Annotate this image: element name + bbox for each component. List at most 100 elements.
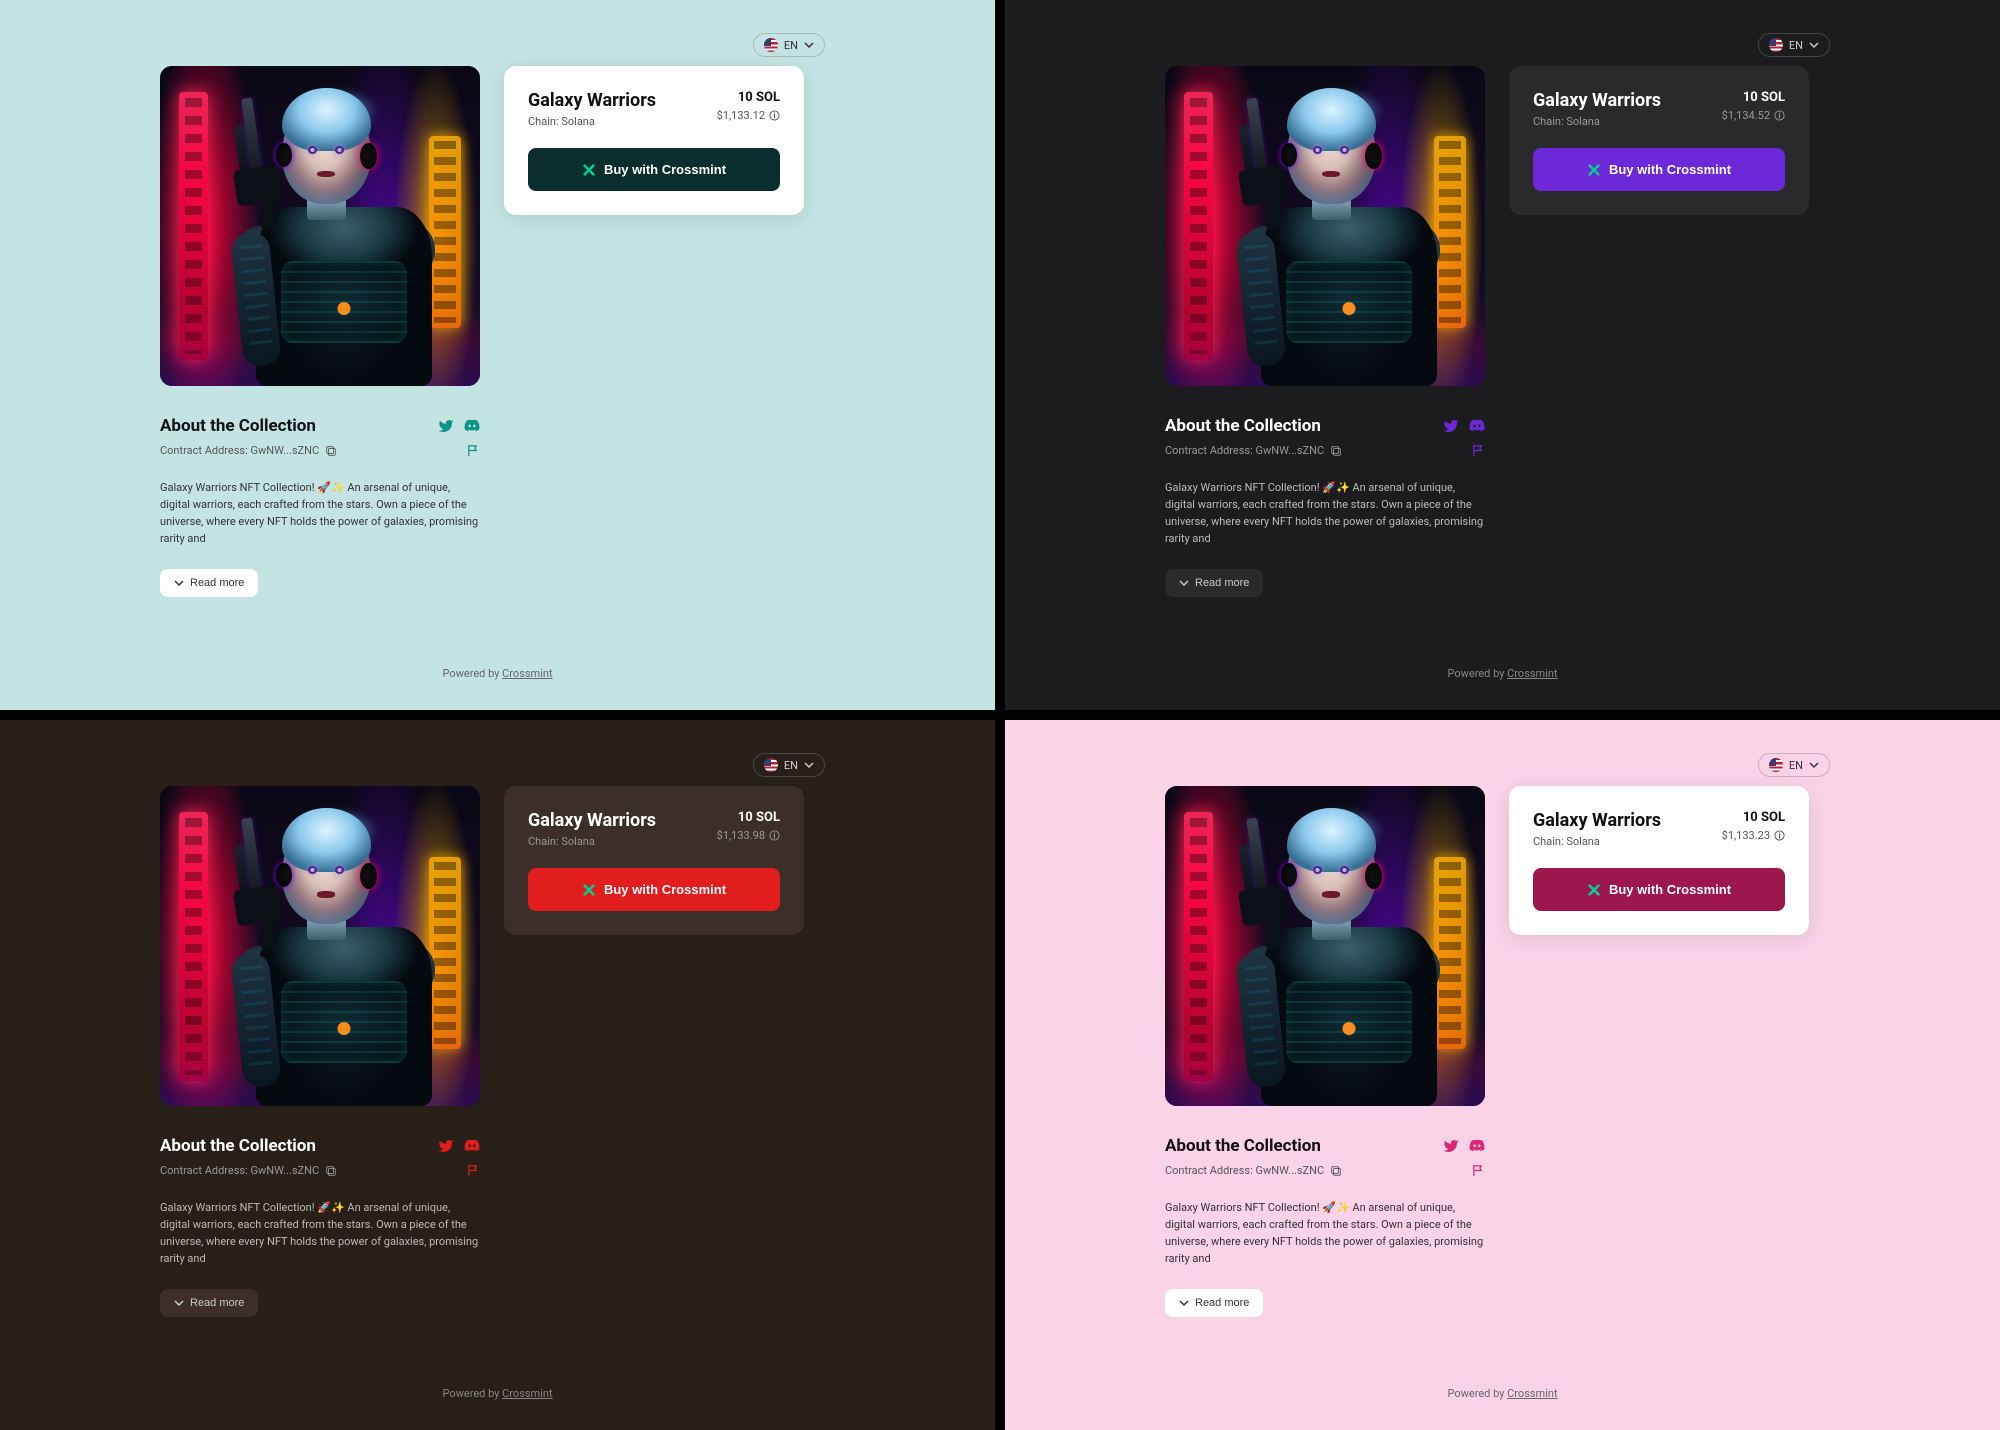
twitter-icon[interactable] (438, 1138, 454, 1154)
contract-address: Contract Address: GwNW...sZNC (160, 444, 337, 457)
copy-icon[interactable] (1330, 445, 1342, 457)
read-more-button[interactable]: Read more (160, 569, 258, 597)
about-section: About the Collection Contract Address: G… (160, 416, 480, 597)
chevron-down-icon (1179, 1298, 1189, 1308)
nft-image (160, 786, 480, 1106)
language-code: EN (784, 39, 798, 52)
about-heading: About the Collection (1165, 1136, 1485, 1156)
twitter-icon[interactable] (438, 418, 454, 434)
chain-label: Chain: Solana (528, 835, 656, 848)
price-fiat: $1,133.12 (717, 109, 780, 122)
language-switcher[interactable]: EN (1758, 33, 1830, 57)
buy-button[interactable]: Buy with Crossmint (528, 868, 780, 911)
collection-description: Galaxy Warriors NFT Collection! 🚀✨ An ar… (160, 479, 480, 547)
read-more-button[interactable]: Read more (160, 1289, 258, 1317)
copy-icon[interactable] (325, 445, 337, 457)
buy-button[interactable]: Buy with Crossmint (1533, 868, 1785, 911)
twitter-icon[interactable] (1443, 1138, 1459, 1154)
language-code: EN (1789, 759, 1803, 772)
price-token: 10 SOL (717, 810, 780, 825)
crossmint-link[interactable]: Crossmint (502, 1387, 552, 1400)
price-fiat: $1,133.98 (717, 829, 780, 842)
discord-icon[interactable] (1469, 1138, 1485, 1154)
about-section: About the Collection Contract Address: G… (1165, 1136, 1485, 1317)
crossmint-logo-icon (582, 883, 596, 897)
purchase-card: Galaxy Warriors Chain: Solana 10 SOL $1,… (504, 66, 804, 215)
chevron-down-icon (804, 760, 814, 770)
purchase-card: Galaxy Warriors Chain: Solana 10 SOL $1,… (1509, 786, 1809, 935)
us-flag-icon (1769, 758, 1783, 772)
collection-description: Galaxy Warriors NFT Collection! 🚀✨ An ar… (1165, 1199, 1485, 1267)
crossmint-link[interactable]: Crossmint (502, 667, 552, 680)
price-token: 10 SOL (717, 90, 780, 105)
crossmint-logo-icon (1587, 883, 1601, 897)
powered-by-footer: Powered by Crossmint (1165, 1387, 1840, 1400)
about-heading: About the Collection (1165, 416, 1485, 436)
chevron-down-icon (174, 1298, 184, 1308)
report-icon[interactable] (467, 1164, 480, 1177)
nft-title: Galaxy Warriors (1533, 810, 1661, 831)
chain-label: Chain: Solana (1533, 115, 1661, 128)
info-icon[interactable] (1774, 110, 1785, 121)
chevron-down-icon (174, 578, 184, 588)
price-fiat: $1,133.23 (1722, 829, 1785, 842)
report-icon[interactable] (1472, 1164, 1485, 1177)
purchase-card: Galaxy Warriors Chain: Solana 10 SOL $1,… (504, 786, 804, 935)
about-section: About the Collection Contract Address: G… (160, 1136, 480, 1317)
read-more-button[interactable]: Read more (1165, 1289, 1263, 1317)
chevron-down-icon (804, 40, 814, 50)
language-code: EN (784, 759, 798, 772)
language-switcher[interactable]: EN (1758, 753, 1830, 777)
report-icon[interactable] (1472, 444, 1485, 457)
collection-description: Galaxy Warriors NFT Collection! 🚀✨ An ar… (1165, 479, 1485, 547)
variant-light-teal: EN Galaxy Warriors Chain: Solana 10 SOL … (0, 0, 995, 710)
discord-icon[interactable] (464, 418, 480, 434)
chain-label: Chain: Solana (528, 115, 656, 128)
us-flag-icon (1769, 38, 1783, 52)
about-heading: About the Collection (160, 1136, 480, 1156)
us-flag-icon (764, 38, 778, 52)
info-icon[interactable] (769, 830, 780, 841)
about-section: About the Collection Contract Address: G… (1165, 416, 1485, 597)
price-fiat: $1,134.52 (1722, 109, 1785, 122)
contract-address: Contract Address: GwNW...sZNC (160, 1164, 337, 1177)
copy-icon[interactable] (325, 1165, 337, 1177)
twitter-icon[interactable] (1443, 418, 1459, 434)
contract-address: Contract Address: GwNW...sZNC (1165, 444, 1342, 457)
price-token: 10 SOL (1722, 810, 1785, 825)
contract-address: Contract Address: GwNW...sZNC (1165, 1164, 1342, 1177)
read-more-button[interactable]: Read more (1165, 569, 1263, 597)
crossmint-logo-icon (582, 163, 596, 177)
nft-image (1165, 66, 1485, 386)
collection-description: Galaxy Warriors NFT Collection! 🚀✨ An ar… (160, 1199, 480, 1267)
crossmint-logo-icon (1587, 163, 1601, 177)
chevron-down-icon (1179, 578, 1189, 588)
language-switcher[interactable]: EN (753, 33, 825, 57)
info-icon[interactable] (1774, 830, 1785, 841)
language-code: EN (1789, 39, 1803, 52)
language-switcher[interactable]: EN (753, 753, 825, 777)
buy-button[interactable]: Buy with Crossmint (528, 148, 780, 191)
discord-icon[interactable] (1469, 418, 1485, 434)
info-icon[interactable] (769, 110, 780, 121)
powered-by-footer: Powered by Crossmint (160, 667, 835, 680)
nft-image (160, 66, 480, 386)
nft-title: Galaxy Warriors (1533, 90, 1661, 111)
price-token: 10 SOL (1722, 90, 1785, 105)
nft-title: Galaxy Warriors (528, 810, 656, 831)
copy-icon[interactable] (1330, 1165, 1342, 1177)
crossmint-link[interactable]: Crossmint (1507, 1387, 1557, 1400)
report-icon[interactable] (467, 444, 480, 457)
powered-by-footer: Powered by Crossmint (160, 1387, 835, 1400)
variant-dark-brown: EN Galaxy Warriors Chain: Solana 10 SOL … (0, 720, 995, 1430)
chevron-down-icon (1809, 760, 1819, 770)
nft-image (1165, 786, 1485, 1106)
chevron-down-icon (1809, 40, 1819, 50)
purchase-card: Galaxy Warriors Chain: Solana 10 SOL $1,… (1509, 66, 1809, 215)
about-heading: About the Collection (160, 416, 480, 436)
variant-dark-purple: EN Galaxy Warriors Chain: Solana 10 SOL … (1005, 0, 2000, 710)
buy-button[interactable]: Buy with Crossmint (1533, 148, 1785, 191)
powered-by-footer: Powered by Crossmint (1165, 667, 1840, 680)
crossmint-link[interactable]: Crossmint (1507, 667, 1557, 680)
discord-icon[interactable] (464, 1138, 480, 1154)
